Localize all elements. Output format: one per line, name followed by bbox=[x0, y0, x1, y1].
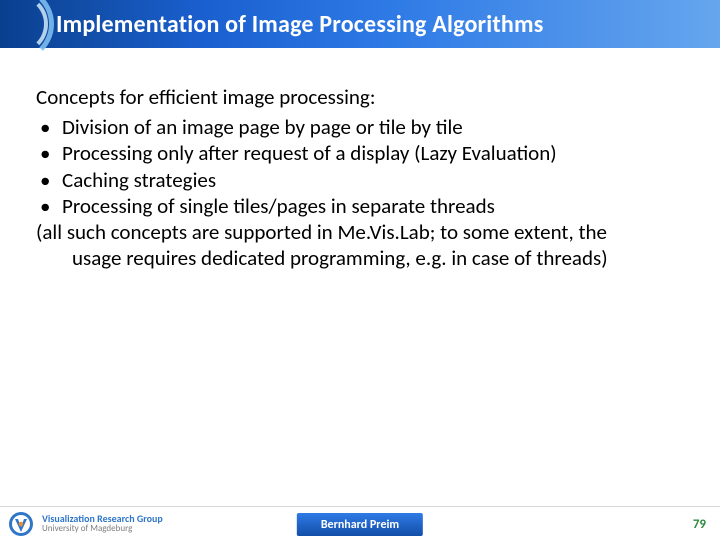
vis-logo-icon bbox=[6, 510, 36, 538]
footer-author: Bernhard Preim bbox=[297, 513, 423, 536]
slide: Implementation of Image Processing Algor… bbox=[0, 0, 720, 540]
bullet-item: Processing only after request of a displ… bbox=[36, 140, 688, 166]
slide-title: Implementation of Image Processing Algor… bbox=[56, 10, 543, 39]
bullet-item: Division of an image page by page or til… bbox=[36, 114, 688, 140]
title-bar: Implementation of Image Processing Algor… bbox=[0, 0, 720, 48]
bullet-item: Caching strategies bbox=[36, 167, 688, 193]
footer-logo-line2: University of Magdeburg bbox=[42, 524, 163, 533]
page-number: 79 bbox=[693, 517, 706, 532]
note-line-2: usage requires dedicated programming, e.… bbox=[36, 245, 688, 271]
footer: Visualization Research Group University … bbox=[0, 506, 720, 540]
footer-logo: Visualization Research Group University … bbox=[6, 510, 163, 538]
note-text: (all such concepts are supported in Me.V… bbox=[36, 219, 688, 272]
note-line-1: (all such concepts are supported in Me.V… bbox=[36, 219, 607, 245]
bullet-item: Processing of single tiles/pages in sepa… bbox=[36, 193, 688, 219]
lead-text: Concepts for efficient image processing: bbox=[36, 84, 688, 110]
slide-body: Concepts for efficient image processing:… bbox=[0, 48, 720, 272]
footer-logo-text: Visualization Research Group University … bbox=[42, 514, 163, 534]
bullet-list: Division of an image page by page or til… bbox=[36, 114, 688, 219]
